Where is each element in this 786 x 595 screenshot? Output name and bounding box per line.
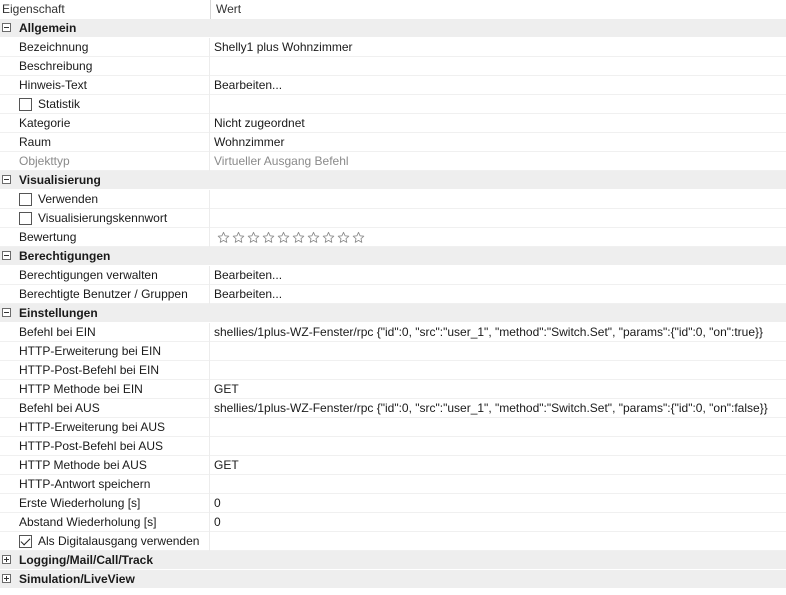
rating-stars[interactable] [217, 231, 367, 244]
property-value[interactable]: Shelly1 plus Wohnzimmer [214, 38, 786, 57]
star-icon[interactable] [262, 231, 277, 244]
column-header-property[interactable]: Eigenschaft [2, 0, 65, 19]
property-label: Als Digitalausgang verwenden [38, 534, 200, 548]
category-allgemein[interactable]: Allgemein [0, 19, 786, 38]
property-label: HTTP-Erweiterung bei EIN [19, 344, 162, 358]
kennwort-checkbox[interactable] [19, 212, 32, 225]
property-label: Bewertung [19, 230, 77, 244]
property-row-erste-wiederholung[interactable]: Erste Wiederholung [s] 0 [0, 494, 786, 513]
category-title: Einstellungen [19, 306, 98, 320]
expand-icon[interactable] [2, 555, 11, 564]
property-row-http-post-ein[interactable]: HTTP-Post-Befehl bei EIN [0, 361, 786, 380]
statistik-checkbox[interactable] [19, 98, 32, 111]
property-value[interactable]: Wohnzimmer [214, 133, 786, 152]
property-row-digitalausgang[interactable]: Als Digitalausgang verwenden [0, 532, 786, 551]
edit-link[interactable]: Bearbeiten... [214, 76, 786, 95]
category-berechtigungen[interactable]: Berechtigungen [0, 247, 786, 266]
verwenden-checkbox[interactable] [19, 193, 32, 206]
property-row-befehl-ein[interactable]: Befehl bei EIN shellies/1plus-WZ-Fenster… [0, 323, 786, 342]
property-value[interactable]: 0 [214, 513, 786, 532]
property-value[interactable]: GET [214, 380, 786, 399]
property-label: Bezeichnung [19, 40, 89, 54]
property-label: Erste Wiederholung [s] [19, 496, 141, 510]
property-label: Befehl bei EIN [19, 325, 96, 339]
property-value: Virtueller Ausgang Befehl [214, 154, 349, 168]
property-label: HTTP-Antwort speichern [19, 477, 151, 491]
category-title: Berechtigungen [19, 249, 111, 263]
property-row-visualisierungskennwort[interactable]: Visualisierungskennwort [0, 209, 786, 228]
property-row-objekttyp: Objekttyp Virtueller Ausgang Befehl [0, 152, 786, 171]
property-value[interactable]: shellies/1plus-WZ-Fenster/rpc {"id":0, "… [214, 323, 786, 342]
property-label: HTTP Methode bei AUS [19, 458, 147, 472]
category-einstellungen[interactable]: Einstellungen [0, 304, 786, 323]
grid-header: Eigenschaft Wert [0, 0, 786, 20]
property-row-abstand-wiederholung[interactable]: Abstand Wiederholung [s] 0 [0, 513, 786, 532]
star-icon[interactable] [247, 231, 262, 244]
star-icon[interactable] [322, 231, 337, 244]
property-grid: Allgemein Bezeichnung Shelly1 plus Wohnz… [0, 19, 786, 589]
column-resize-handle[interactable] [210, 0, 211, 19]
edit-link[interactable]: Bearbeiten... [214, 285, 786, 304]
property-label: Verwenden [38, 192, 99, 206]
property-label: Statistik [38, 97, 81, 111]
property-row-berechtigungen-verwalten[interactable]: Berechtigungen verwalten Bearbeiten... [0, 266, 786, 285]
property-row-http-erweiterung-ein[interactable]: HTTP-Erweiterung bei EIN [0, 342, 786, 361]
property-label: Berechtigte Benutzer / Gruppen [19, 287, 188, 301]
property-row-berechtigte-benutzer[interactable]: Berechtigte Benutzer / Gruppen Bearbeite… [0, 285, 786, 304]
property-row-kategorie[interactable]: Kategorie Nicht zugeordnet [0, 114, 786, 133]
collapse-icon[interactable] [2, 23, 11, 32]
collapse-icon[interactable] [2, 175, 11, 184]
star-icon[interactable] [352, 231, 367, 244]
property-label: Abstand Wiederholung [s] [19, 515, 157, 529]
property-label: Hinweis-Text [19, 78, 88, 92]
collapse-icon[interactable] [2, 251, 11, 260]
property-row-hinweis-text[interactable]: Hinweis-Text Bearbeiten... [0, 76, 786, 95]
category-simulation[interactable]: Simulation/LiveView [0, 570, 786, 589]
star-icon[interactable] [217, 231, 232, 244]
property-row-statistik[interactable]: Statistik [0, 95, 786, 114]
category-logging[interactable]: Logging/Mail/Call/Track [0, 551, 786, 570]
property-row-http-erweiterung-aus[interactable]: HTTP-Erweiterung bei AUS [0, 418, 786, 437]
property-value[interactable]: 0 [214, 494, 786, 513]
star-icon[interactable] [307, 231, 322, 244]
property-row-http-post-aus[interactable]: HTTP-Post-Befehl bei AUS [0, 437, 786, 456]
category-visualisierung[interactable]: Visualisierung [0, 171, 786, 190]
property-label: Raum [19, 135, 52, 149]
edit-link[interactable]: Bearbeiten... [214, 266, 786, 285]
property-row-http-antwort[interactable]: HTTP-Antwort speichern [0, 475, 786, 494]
property-row-http-methode-ein[interactable]: HTTP Methode bei EIN GET [0, 380, 786, 399]
property-row-raum[interactable]: Raum Wohnzimmer [0, 133, 786, 152]
category-title: Visualisierung [19, 173, 101, 187]
category-title: Allgemein [19, 21, 77, 35]
property-label: HTTP-Post-Befehl bei AUS [19, 439, 164, 453]
property-label: Objekttyp [19, 154, 70, 168]
property-label: HTTP Methode bei EIN [19, 382, 143, 396]
property-label: Beschreibung [19, 59, 93, 73]
property-label: Kategorie [19, 116, 71, 130]
property-value[interactable]: GET [214, 456, 786, 475]
property-row-verwenden[interactable]: Verwenden [0, 190, 786, 209]
column-header-value[interactable]: Wert [216, 0, 241, 19]
expand-icon[interactable] [2, 574, 11, 583]
star-icon[interactable] [292, 231, 307, 244]
category-title: Logging/Mail/Call/Track [19, 553, 154, 567]
star-icon[interactable] [232, 231, 247, 244]
property-label: Befehl bei AUS [19, 401, 100, 415]
category-title: Simulation/LiveView [19, 572, 135, 586]
property-value[interactable]: Nicht zugeordnet [214, 114, 786, 133]
collapse-icon[interactable] [2, 308, 11, 317]
property-row-http-methode-aus[interactable]: HTTP Methode bei AUS GET [0, 456, 786, 475]
property-value[interactable]: shellies/1plus-WZ-Fenster/rpc {"id":0, "… [214, 399, 786, 418]
property-row-bewertung[interactable]: Bewertung [0, 228, 786, 247]
property-row-befehl-aus[interactable]: Befehl bei AUS shellies/1plus-WZ-Fenster… [0, 399, 786, 418]
star-icon[interactable] [337, 231, 352, 244]
property-label: Visualisierungskennwort [38, 211, 168, 225]
star-icon[interactable] [277, 231, 292, 244]
digitalausgang-checkbox[interactable] [19, 535, 32, 548]
property-label: HTTP-Post-Befehl bei EIN [19, 363, 160, 377]
property-row-bezeichnung[interactable]: Bezeichnung Shelly1 plus Wohnzimmer [0, 38, 786, 57]
property-label: HTTP-Erweiterung bei AUS [19, 420, 166, 434]
property-row-beschreibung[interactable]: Beschreibung [0, 57, 786, 76]
property-label: Berechtigungen verwalten [19, 268, 158, 282]
